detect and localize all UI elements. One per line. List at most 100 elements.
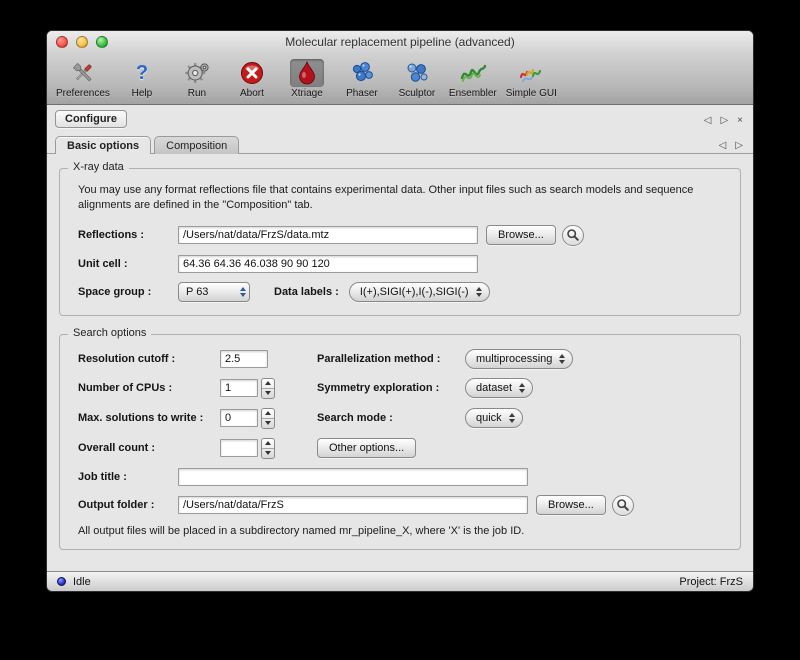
toolbar: Preferences ? Help xyxy=(47,53,753,105)
tab-configure[interactable]: Configure xyxy=(55,110,127,128)
overall-count-input[interactable] xyxy=(220,439,258,457)
tab-scroll-right-icon[interactable]: ▷ xyxy=(720,114,728,128)
toolbar-item-label: Xtriage xyxy=(291,88,323,99)
toolbar-item-preferences[interactable]: Preferences xyxy=(53,58,113,100)
toolbar-item-label: Sculptor xyxy=(399,88,436,99)
chevron-updown-icon xyxy=(509,413,515,423)
status-text: Idle xyxy=(73,576,91,588)
toolbar-item-label: Phaser xyxy=(346,88,378,99)
search-options-group: Search options Resolution cutoff : Paral… xyxy=(59,334,741,550)
symmetry-exploration-value: dataset xyxy=(476,382,512,394)
chevron-updown-icon xyxy=(240,287,246,297)
app-window: Molecular replacement pipeline (advanced… xyxy=(46,30,754,592)
symmetry-exploration-select[interactable]: dataset xyxy=(465,378,533,398)
max-solutions-label: Max. solutions to write : xyxy=(78,412,220,424)
space-group-label: Space group : xyxy=(78,286,178,298)
close-button[interactable] xyxy=(56,36,68,48)
basic-options-panel: X-ray data You may use any format reflec… xyxy=(47,168,753,550)
zoom-button[interactable] xyxy=(96,36,108,48)
search-mode-value: quick xyxy=(476,412,502,424)
search-mode-select[interactable]: quick xyxy=(465,408,523,428)
parallelization-method-select[interactable]: multiprocessing xyxy=(465,349,573,369)
tab-close-icon[interactable]: × xyxy=(737,114,743,128)
status-indicator-icon xyxy=(57,577,66,586)
xtriage-droplet-icon xyxy=(290,59,324,87)
inner-tab-scroll-right-icon[interactable]: ▷ xyxy=(735,139,743,153)
number-of-cpus-input[interactable] xyxy=(220,379,258,397)
job-title-row: Job title : xyxy=(78,468,728,486)
toolbar-item-help[interactable]: ? Help xyxy=(116,58,168,100)
inner-tab-scroll-left-icon[interactable]: ◁ xyxy=(719,139,727,153)
xray-data-legend: X-ray data xyxy=(68,161,129,173)
job-title-input[interactable] xyxy=(178,468,528,486)
simple-gui-ribbon-icon xyxy=(512,59,550,87)
data-labels-select[interactable]: I(+),SIGI(+),I(-),SIGI(-) xyxy=(349,282,490,302)
data-labels-value: I(+),SIGI(+),I(-),SIGI(-) xyxy=(360,286,469,298)
output-folder-browse-button[interactable]: Browse... xyxy=(536,495,606,515)
chevron-updown-icon xyxy=(559,354,565,364)
inner-tab-bar: Basic options Composition ◁ ▷ xyxy=(47,131,753,154)
toolbar-item-run[interactable]: Run xyxy=(171,58,223,100)
toolbar-item-label: Run xyxy=(188,88,206,99)
toolbar-item-label: Ensembler xyxy=(449,88,497,99)
phaser-molecule-icon xyxy=(344,59,380,87)
job-title-label: Job title : xyxy=(78,471,178,483)
symmetry-exploration-label: Symmetry exploration : xyxy=(317,382,465,394)
output-folder-row: Output folder : Browse... xyxy=(78,495,728,516)
toolbar-item-ensembler[interactable]: Ensembler xyxy=(446,58,500,100)
resolution-cutoff-label: Resolution cutoff : xyxy=(78,353,220,365)
main-content: Configure ◁ ▷ × Basic options Compositio… xyxy=(47,106,753,571)
number-of-cpus-label: Number of CPUs : xyxy=(78,382,220,394)
other-options-button[interactable]: Other options... xyxy=(317,438,416,458)
toolbar-item-abort[interactable]: Abort xyxy=(226,58,278,100)
toolbar-item-label: Simple GUI xyxy=(506,88,557,99)
data-labels-label: Data labels : xyxy=(274,286,339,298)
chevron-updown-icon xyxy=(519,383,525,393)
max-solutions-input[interactable] xyxy=(220,409,258,427)
project-label: Project: FrzS xyxy=(679,576,743,588)
xray-data-group: X-ray data You may use any format reflec… xyxy=(59,168,741,316)
outer-tab-bar: Configure ◁ ▷ × xyxy=(47,106,753,131)
xray-description: You may use any format reflections file … xyxy=(78,183,714,214)
cpus-row: Number of CPUs : Symmetry exploration : … xyxy=(78,378,728,399)
cpus-stepper[interactable] xyxy=(261,378,275,399)
tab-scroll-left-icon[interactable]: ◁ xyxy=(704,114,712,128)
search-mode-label: Search mode : xyxy=(317,412,465,424)
sculptor-molecule-icon xyxy=(399,59,435,87)
toolbar-item-sculptor[interactable]: Sculptor xyxy=(391,58,443,100)
reflections-label: Reflections : xyxy=(78,229,178,241)
toolbar-item-label: Abort xyxy=(240,88,264,99)
reflections-input[interactable] xyxy=(178,226,478,244)
window-title: Molecular replacement pipeline (advanced… xyxy=(285,35,514,49)
tab-basic-options[interactable]: Basic options xyxy=(55,136,151,154)
chevron-updown-icon xyxy=(476,287,482,297)
output-folder-search-icon[interactable] xyxy=(612,495,634,516)
output-folder-input[interactable] xyxy=(178,496,528,514)
parallelization-method-label: Parallelization method : xyxy=(317,353,465,365)
minimize-button[interactable] xyxy=(76,36,88,48)
max-solutions-row: Max. solutions to write : Search mode : … xyxy=(78,408,728,429)
space-group-select[interactable]: P 63 xyxy=(178,282,250,302)
title-bar[interactable]: Molecular replacement pipeline (advanced… xyxy=(47,31,753,53)
ensembler-ribbon-icon xyxy=(454,59,492,87)
toolbar-item-phaser[interactable]: Phaser xyxy=(336,58,388,100)
reflections-search-icon[interactable] xyxy=(562,225,584,246)
output-folder-label: Output folder : xyxy=(78,499,178,511)
max-solutions-stepper[interactable] xyxy=(261,408,275,429)
tab-composition[interactable]: Composition xyxy=(154,136,239,154)
window-chrome: Molecular replacement pipeline (advanced… xyxy=(47,31,753,105)
overall-count-label: Overall count : xyxy=(78,442,220,454)
unit-cell-label: Unit cell : xyxy=(78,258,178,270)
reflections-row: Reflections : Browse... xyxy=(78,225,728,246)
space-group-value: P 63 xyxy=(186,286,208,298)
tools-icon xyxy=(65,59,101,87)
toolbar-item-xtriage[interactable]: Xtriage xyxy=(281,58,333,100)
resolution-cutoff-input[interactable] xyxy=(220,350,268,368)
overall-count-stepper[interactable] xyxy=(261,438,275,459)
reflections-browse-button[interactable]: Browse... xyxy=(486,225,556,245)
unit-cell-input[interactable] xyxy=(178,255,478,273)
toolbar-item-label: Help xyxy=(132,88,153,99)
toolbar-item-simple-gui[interactable]: Simple GUI xyxy=(503,58,560,100)
run-gear-icon xyxy=(179,59,215,87)
parallelization-method-value: multiprocessing xyxy=(476,353,552,365)
